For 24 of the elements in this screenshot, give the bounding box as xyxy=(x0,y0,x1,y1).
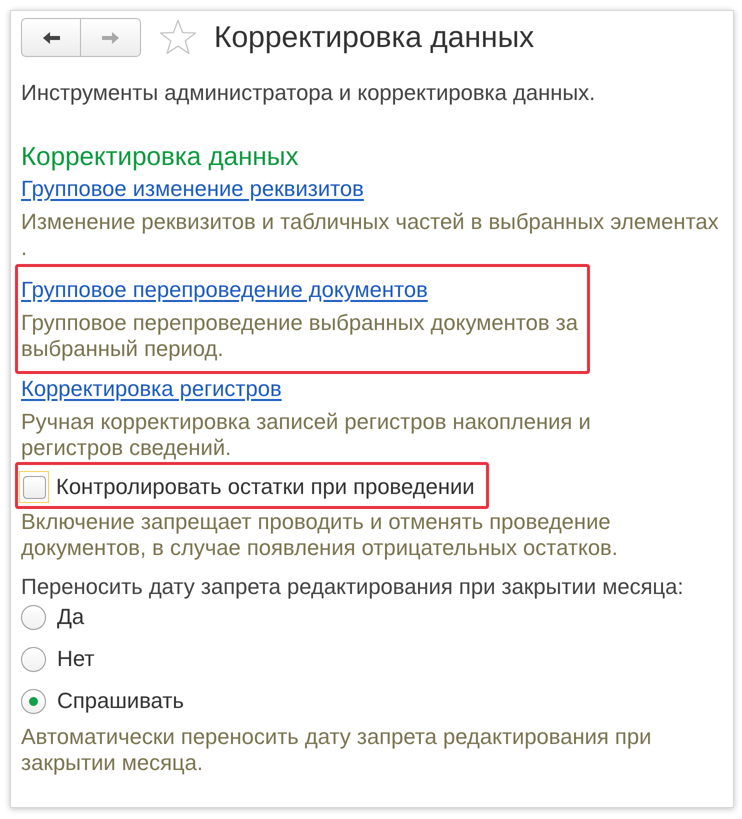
radio-button[interactable] xyxy=(21,646,46,672)
description-text: Включение запрещает проводить и отменять проведение документов, в случае появления отрицательных остатков. xyxy=(21,509,619,561)
checkbox[interactable] xyxy=(22,476,46,498)
link[interactable]: Корректировка регистров xyxy=(21,376,282,402)
description-text: Групповое перепроведение выбранных документов за выбранный период. xyxy=(21,310,578,362)
intro-text: Инструменты администратора и корректировка данных. xyxy=(21,80,596,106)
radio-label: Да xyxy=(57,604,84,630)
checkbox-label: Контролировать остатки при проведении xyxy=(56,474,475,500)
arrow-left-icon xyxy=(40,30,62,46)
description-text: Автоматически переносить дату запрета редактирования при закрытии месяца. xyxy=(21,724,652,776)
radio-button[interactable] xyxy=(21,688,46,714)
link[interactable]: Групповое изменение реквизитов xyxy=(21,176,364,202)
window-title: Корректировка данных xyxy=(214,20,534,56)
description-text: Ручная корректировка записей регистров накопления и регистров сведений. xyxy=(21,409,591,461)
link[interactable]: Групповое перепроведение документов xyxy=(21,277,428,303)
star-icon[interactable] xyxy=(159,19,197,56)
group-label: Переносить дату запрета редактирования при закрытии месяца: xyxy=(21,574,684,600)
description-text: Изменение реквизитов и табличных частей в выбранных элементах . xyxy=(21,209,719,261)
radio-label: Нет xyxy=(57,646,94,672)
arrow-right-icon xyxy=(100,30,121,46)
radio-label: Спрашивать xyxy=(57,688,184,714)
section-title: Корректировка данных xyxy=(21,142,300,170)
back-button[interactable] xyxy=(21,18,81,57)
radio-button[interactable] xyxy=(21,604,46,630)
